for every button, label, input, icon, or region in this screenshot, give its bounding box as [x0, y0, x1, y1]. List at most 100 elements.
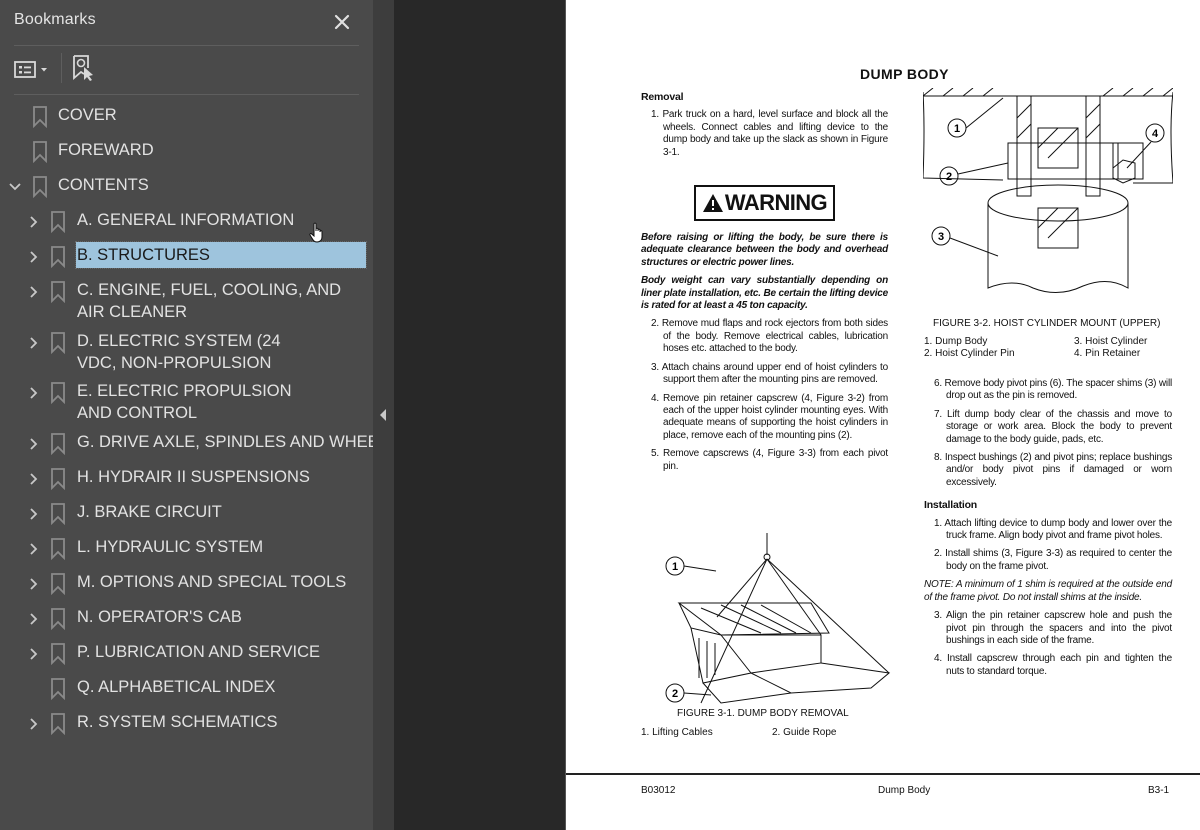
bookmark-label[interactable]: J. BRAKE CIRCUIT: [77, 501, 222, 523]
bookmark-label[interactable]: R. SYSTEM SCHEMATICS: [77, 711, 277, 733]
bookmark-system-schematics[interactable]: R. SYSTEM SCHEMATICS: [0, 707, 373, 741]
removal-step-4: 4. Remove pin retainer capscrew (4, Figu…: [651, 392, 888, 441]
chevron-right-icon[interactable]: [27, 436, 41, 450]
bookmark-label[interactable]: E. ELECTRIC PROPULSION AND CONTROL: [77, 380, 317, 424]
bookmark-lubrication-service[interactable]: P. LUBRICATION AND SERVICE: [0, 637, 373, 671]
chevron-right-icon[interactable]: [27, 611, 41, 625]
installation-step-3: 3. Align the pin retainer capscrew hole …: [934, 610, 1172, 646]
bookmark-icon: [50, 332, 66, 355]
bookmark-structures[interactable]: B. STRUCTURES: [0, 240, 373, 274]
figure-1-legend-1: 1. Lifting Cables: [641, 727, 713, 738]
figure-1-caption: FIGURE 3-1. DUMP BODY REMOVAL: [677, 708, 849, 719]
collapse-panel-arrow-icon[interactable]: [379, 407, 387, 421]
bookmark-icon: [50, 246, 66, 269]
right-column: 6. Remove body pivot pins (6). The space…: [924, 378, 1172, 684]
fig2-callout-1: 1: [954, 123, 960, 135]
bookmark-icon: [50, 678, 66, 701]
bookmark-hydrair-suspensions[interactable]: H. HYDRAIR II SUSPENSIONS: [0, 462, 373, 496]
bookmark-label[interactable]: P. LUBRICATION AND SERVICE: [77, 641, 320, 663]
bookmark-label[interactable]: G. DRIVE AXLE, SPINDLES AND WHEELS: [77, 431, 399, 453]
chevron-right-icon[interactable]: [27, 471, 41, 485]
chevron-right-icon[interactable]: [27, 576, 41, 590]
find-current-bookmark-button[interactable]: [72, 54, 98, 82]
bookmark-cover[interactable]: COVER: [0, 100, 373, 134]
chevron-down-icon[interactable]: [8, 179, 22, 193]
bookmarks-toolbar: [0, 46, 373, 94]
bookmark-electric-system[interactable]: D. ELECTRIC SYSTEM (24 VDC, NON-PROPULSI…: [0, 326, 373, 376]
bookmark-contents[interactable]: CONTENTS: [0, 170, 373, 204]
bookmark-icon: [32, 141, 48, 164]
footer-page-number: B3-1: [1148, 785, 1170, 796]
hand-cursor-icon: [309, 222, 327, 244]
chevron-right-icon[interactable]: [27, 335, 41, 349]
removal-step-6: 6. Remove body pivot pins (6). The space…: [934, 378, 1172, 402]
bookmark-icon: [50, 608, 66, 631]
chevron-right-icon[interactable]: [27, 716, 41, 730]
pdf-page: DUMP BODY Removal 1. Park truck on a har…: [565, 0, 1200, 830]
bookmarks-title: Bookmarks: [14, 11, 96, 28]
chevron-right-icon[interactable]: [27, 506, 41, 520]
bookmark-hydraulic-system[interactable]: L. HYDRAULIC SYSTEM: [0, 532, 373, 566]
figure-hoist-cylinder-mount: 1 2 3 4: [923, 88, 1173, 293]
bookmark-icon: [50, 433, 66, 456]
figure-2-legend-3: 3. Hoist Cylinder: [1074, 336, 1148, 347]
chevron-right-icon[interactable]: [27, 541, 41, 555]
bookmark-label-selected[interactable]: B. STRUCTURES: [75, 241, 367, 269]
document-viewer[interactable]: DUMP BODY Removal 1. Park truck on a har…: [394, 0, 1200, 830]
bookmark-label[interactable]: D. ELECTRIC SYSTEM (24 VDC, NON-PROPULSI…: [77, 330, 307, 374]
bookmark-icon: [50, 211, 66, 234]
chevron-right-icon[interactable]: [27, 385, 41, 399]
close-icon[interactable]: [332, 12, 352, 32]
bookmark-label[interactable]: L. HYDRAULIC SYSTEM: [77, 536, 263, 558]
bookmark-alphabetical-index[interactable]: Q. ALPHABETICAL INDEX: [0, 672, 373, 706]
removal-step-8: 8. Inspect bushings (2) and pivot pins; …: [934, 452, 1172, 488]
fig2-callout-2: 2: [946, 171, 952, 183]
figure-2-legend-4: 4. Pin Retainer: [1074, 348, 1141, 359]
bookmark-label[interactable]: Q. ALPHABETICAL INDEX: [77, 676, 275, 698]
fig1-callout-1: 1: [672, 561, 678, 573]
warning-triangle-icon: [702, 194, 723, 213]
warning-text-2: Body weight can vary substantially depen…: [641, 275, 888, 312]
bookmark-label[interactable]: A. GENERAL INFORMATION: [77, 209, 294, 231]
footer-doc-number: B03012: [641, 785, 676, 796]
panel-splitter[interactable]: [373, 0, 394, 830]
left-column: Removal 1. Park truck on a hard, level s…: [641, 91, 888, 479]
removal-step-5: 5. Remove capscrews (4, Figure 3-3) from…: [651, 448, 888, 472]
warning-text-1: Before raising or lifting the body, be s…: [641, 232, 888, 268]
bookmark-label[interactable]: CONTENTS: [58, 174, 149, 196]
bookmark-label[interactable]: COVER: [58, 104, 117, 126]
page-title: DUMP BODY: [860, 66, 949, 82]
chevron-right-icon[interactable]: [27, 284, 41, 298]
bookmark-icon: [50, 382, 66, 405]
bookmark-engine-fuel-cooling[interactable]: C. ENGINE, FUEL, COOLING, AND AIR CLEANE…: [0, 275, 373, 325]
dropdown-caret-icon: [41, 68, 47, 72]
bookmark-label[interactable]: N. OPERATOR'S CAB: [77, 606, 242, 628]
removal-step-2: 2. Remove mud flaps and rock ejectors fr…: [651, 318, 888, 355]
bookmark-label[interactable]: M. OPTIONS AND SPECIAL TOOLS: [77, 571, 346, 593]
removal-heading: Removal: [641, 91, 684, 103]
figure-2-caption: FIGURE 3-2. HOIST CYLINDER MOUNT (UPPER): [933, 318, 1161, 329]
options-menu-button[interactable]: [14, 58, 54, 82]
find-current-bookmark-icon: [73, 55, 93, 81]
bookmark-options-special-tools[interactable]: M. OPTIONS AND SPECIAL TOOLS: [0, 567, 373, 601]
chevron-right-icon[interactable]: [27, 249, 41, 263]
fig1-callout-2: 2: [672, 688, 678, 700]
bookmark-label[interactable]: C. ENGINE, FUEL, COOLING, AND AIR CLEANE…: [77, 279, 367, 323]
bookmarks-panel: Bookmarks COVER FOREWARD CONTENTS A. GEN…: [0, 0, 399, 830]
removal-step-3: 3. Attach chains around upper end of hoi…: [651, 361, 888, 386]
installation-step-4: 4. Install capscrew through each pin and…: [934, 653, 1172, 677]
chevron-right-icon[interactable]: [27, 646, 41, 660]
bookmark-icon: [50, 468, 66, 491]
bookmark-icon: [50, 281, 66, 304]
bookmark-foreward[interactable]: FOREWARD: [0, 135, 373, 169]
installation-step-1: 1. Attach lifting device to dump body an…: [934, 517, 1172, 542]
bookmark-brake-circuit[interactable]: J. BRAKE CIRCUIT: [0, 497, 373, 531]
bookmark-label[interactable]: FOREWARD: [58, 139, 154, 161]
bookmark-operators-cab[interactable]: N. OPERATOR'S CAB: [0, 602, 373, 636]
figure-2-legend-2: 2. Hoist Cylinder Pin: [924, 348, 1015, 359]
bookmark-drive-axle[interactable]: G. DRIVE AXLE, SPINDLES AND WHEELS: [0, 427, 399, 461]
chevron-right-icon[interactable]: [27, 214, 41, 228]
bookmark-label[interactable]: H. HYDRAIR II SUSPENSIONS: [77, 466, 310, 488]
installation-heading: Installation: [924, 499, 978, 512]
bookmark-electric-propulsion[interactable]: E. ELECTRIC PROPULSION AND CONTROL: [0, 376, 373, 426]
